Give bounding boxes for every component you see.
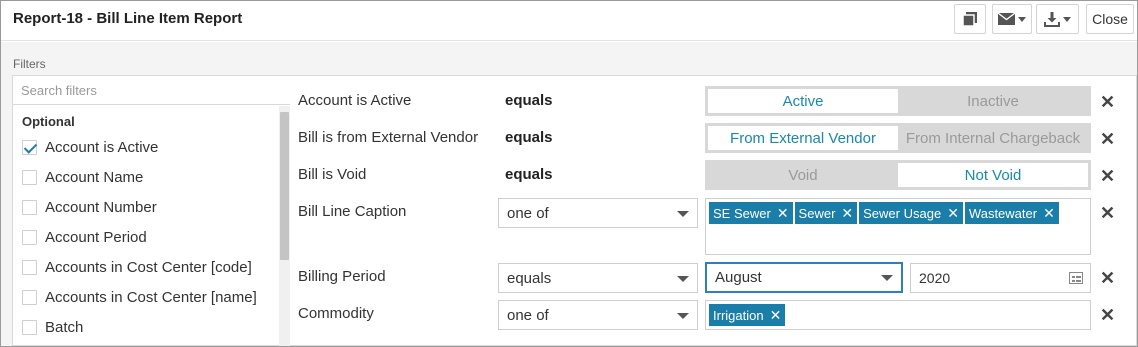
- year-input[interactable]: 2020: [910, 263, 1091, 293]
- toggle-option-not-void[interactable]: Not Void: [898, 163, 1088, 187]
- optional-item-label: Batch: [45, 318, 84, 336]
- checkbox[interactable]: [22, 259, 37, 275]
- tag-remove-icon[interactable]: ✕: [947, 205, 959, 222]
- remove-filter-icon[interactable]: ✕: [1100, 92, 1115, 113]
- remove-filter-icon[interactable]: ✕: [1100, 268, 1115, 289]
- tag-chip: SE Sewer ✕: [709, 202, 793, 224]
- tag-remove-icon[interactable]: ✕: [777, 205, 789, 222]
- tag-label: Irrigation: [713, 307, 764, 323]
- chevron-down-icon: [677, 211, 689, 217]
- download-button[interactable]: [1036, 4, 1079, 34]
- toggle-option-external-vendor[interactable]: From External Vendor: [708, 126, 898, 150]
- toggle-option-void[interactable]: Void: [708, 163, 898, 187]
- toggle-option-inactive[interactable]: Inactive: [898, 89, 1088, 113]
- dialog-header: Report-18 - Bill Line Item Report Close: [1, 1, 1137, 41]
- operator-select[interactable]: one of: [498, 198, 698, 228]
- optional-item[interactable]: Accounts in Cost Center [code]: [22, 256, 252, 278]
- checkbox[interactable]: [22, 199, 37, 215]
- chevron-down-icon: [1063, 16, 1071, 22]
- tag-chip: Sewer ✕: [794, 202, 858, 224]
- operator-select[interactable]: equals: [498, 263, 698, 293]
- filters-area: Filters Search filters Optional Account …: [1, 42, 1137, 346]
- remove-filter-icon[interactable]: ✕: [1100, 305, 1115, 326]
- toggle-bill-void: Void Not Void: [705, 160, 1091, 190]
- checkbox[interactable]: [22, 229, 37, 245]
- checkbox[interactable]: [22, 319, 37, 335]
- filter-label-external-vendor: Bill is from External Vendor: [298, 129, 479, 146]
- search-filters-input[interactable]: Search filters: [13, 76, 290, 105]
- tag-label: Sewer: [798, 205, 836, 221]
- optional-item[interactable]: Account Number: [22, 196, 157, 218]
- tag-chip: Irrigation ✕: [709, 304, 786, 326]
- filter-operator: equals: [505, 92, 553, 109]
- tag-remove-icon[interactable]: ✕: [770, 307, 782, 324]
- mail-icon: [998, 13, 1015, 25]
- filter-list-scrollbar[interactable]: [279, 106, 290, 346]
- filter-label-bill-line-caption: Bill Line Caption: [298, 203, 407, 220]
- remove-filter-icon[interactable]: ✕: [1100, 203, 1115, 224]
- toggle-option-active[interactable]: Active: [708, 89, 898, 113]
- tag-remove-icon[interactable]: ✕: [841, 205, 853, 222]
- optional-item[interactable]: Account Name: [22, 166, 143, 188]
- caption-tag-input[interactable]: SE Sewer ✕ Sewer ✕ Sewer Usage ✕ Wastewater ✕: [705, 198, 1091, 255]
- optional-item-label: Account Name: [45, 168, 144, 186]
- filter-label-billing-period: Billing Period: [298, 268, 386, 285]
- remove-filter-icon[interactable]: ✕: [1100, 166, 1115, 187]
- optional-item-label: Account is Active: [45, 138, 159, 156]
- optional-item[interactable]: Accounts in Cost Center [name]: [22, 286, 257, 308]
- commodity-tag-input[interactable]: Irrigation ✕: [705, 300, 1091, 330]
- chevron-down-icon: [1018, 16, 1026, 22]
- optional-item[interactable]: Account Period: [22, 226, 147, 248]
- tag-remove-icon[interactable]: ✕: [1043, 205, 1055, 222]
- operator-select-value: equals: [507, 270, 552, 287]
- operator-select-value: one of: [507, 307, 549, 324]
- optional-item-label: Account Number: [45, 198, 157, 216]
- tag-label: Sewer Usage: [863, 205, 942, 221]
- tag-chip: Sewer Usage ✕: [859, 202, 963, 224]
- toggle-external-vendor: From External Vendor From Internal Charg…: [705, 123, 1091, 153]
- tag-label: SE Sewer: [713, 205, 771, 221]
- remove-filter-icon[interactable]: ✕: [1100, 129, 1115, 150]
- filter-operator: equals: [505, 166, 553, 183]
- chevron-down-icon: [677, 313, 689, 319]
- chevron-down-icon: [677, 276, 689, 282]
- close-button[interactable]: Close: [1086, 4, 1134, 34]
- checkbox[interactable]: [22, 289, 37, 305]
- copy-icon: [962, 12, 977, 27]
- filter-label-account-active: Account is Active: [298, 92, 412, 109]
- download-icon: [1044, 12, 1060, 27]
- month-select-value: August: [715, 269, 762, 286]
- optional-item-label: Accounts in Cost Center [code]: [45, 258, 252, 276]
- chevron-down-icon: [881, 275, 893, 281]
- operator-select[interactable]: one of: [498, 300, 698, 330]
- optional-heading: Optional: [22, 114, 75, 129]
- active-filters-panel: Account is Active equals Active Inactive…: [290, 75, 1137, 346]
- operator-select-value: one of: [507, 205, 549, 222]
- toggle-option-internal-chargeback[interactable]: From Internal Chargeback: [898, 126, 1088, 150]
- optional-item-label: Account Period: [45, 228, 147, 246]
- year-value: 2020: [919, 270, 951, 286]
- scrollbar-thumb[interactable]: [280, 112, 289, 260]
- month-select[interactable]: August: [705, 262, 903, 293]
- checkbox[interactable]: [22, 169, 37, 185]
- filters-label: Filters: [13, 57, 46, 71]
- filter-operator: equals: [505, 129, 553, 146]
- filter-list-panel: Search filters Optional Account is Activ…: [12, 75, 291, 346]
- tag-label: Wastewater: [968, 205, 1038, 221]
- checkbox-checked[interactable]: [22, 139, 37, 155]
- calendar-icon[interactable]: [1069, 272, 1083, 284]
- toggle-account-active: Active Inactive: [705, 86, 1091, 116]
- optional-item-label: Accounts in Cost Center [name]: [45, 288, 257, 306]
- tag-chip: Wastewater ✕: [964, 202, 1059, 224]
- filter-label-commodity: Commodity: [298, 305, 374, 322]
- dialog-title: Report-18 - Bill Line Item Report: [13, 10, 243, 27]
- optional-item[interactable]: Batch: [22, 316, 83, 338]
- copy-button[interactable]: [954, 4, 986, 34]
- email-button[interactable]: [992, 4, 1032, 34]
- optional-item[interactable]: Account is Active: [22, 136, 158, 158]
- filter-label-bill-void: Bill is Void: [298, 166, 367, 183]
